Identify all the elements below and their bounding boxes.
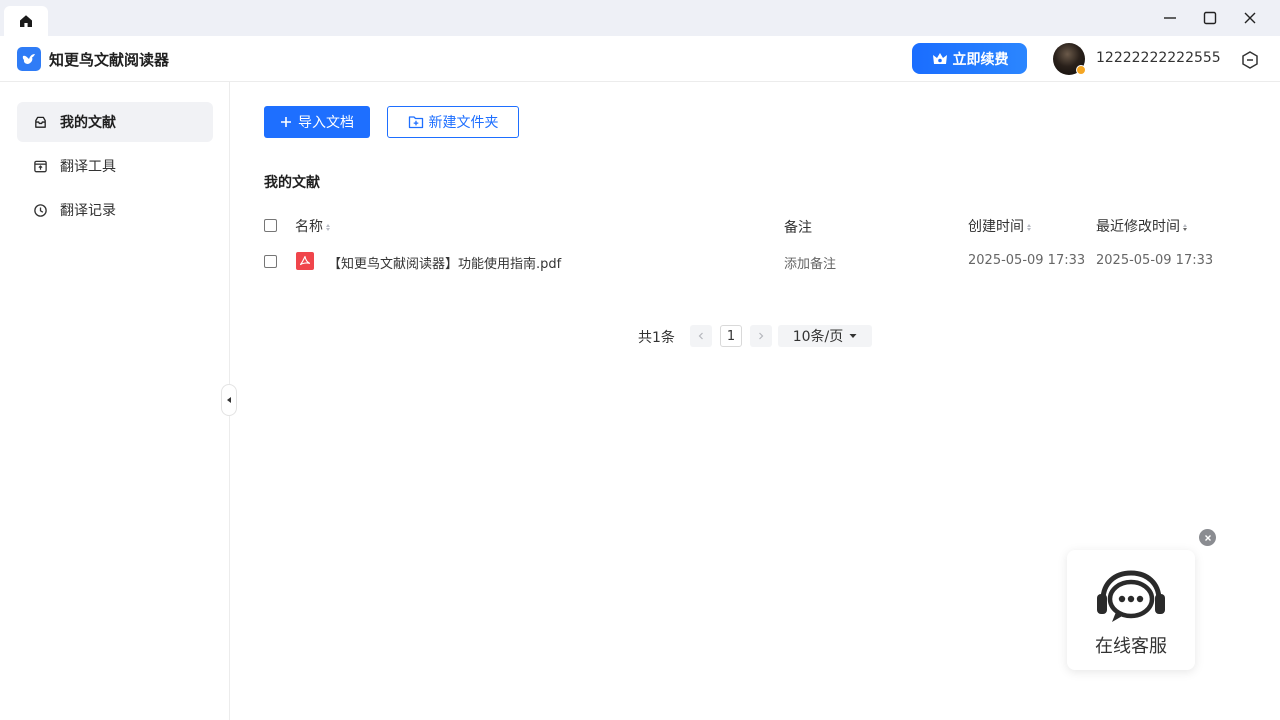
title-bar	[0, 0, 1280, 36]
select-all-checkbox[interactable]	[264, 219, 277, 232]
file-name-link[interactable]: 【知更鸟文献阅读器】功能使用指南.pdf	[328, 253, 561, 272]
avatar[interactable]	[1053, 43, 1086, 75]
bird-logo-icon	[22, 54, 35, 64]
page-number-1[interactable]: 1	[720, 325, 742, 347]
app-name: 知更鸟文献阅读器	[49, 51, 170, 69]
vip-badge	[1076, 65, 1086, 75]
clock-icon	[34, 203, 47, 217]
home-icon	[20, 15, 32, 27]
page-size-select[interactable]: 10条/页	[778, 325, 872, 347]
new-folder-label: 新建文件夹	[428, 115, 499, 131]
chevron-left-icon	[698, 332, 703, 340]
sort-icon	[326, 223, 330, 231]
maximize-icon	[1203, 11, 1217, 25]
sidebar-item-my-docs[interactable]: 我的文献	[17, 102, 213, 142]
maximize-button[interactable]	[1200, 8, 1220, 28]
prev-page-button[interactable]	[690, 325, 712, 347]
close-icon	[1244, 12, 1256, 24]
renew-button[interactable]: 立即续费	[912, 43, 1027, 74]
column-header-note: 备注	[784, 217, 812, 237]
renew-label: 立即续费	[952, 51, 1009, 68]
import-document-button[interactable]: 导入文档	[264, 106, 370, 138]
sidebar-collapse-handle[interactable]	[221, 384, 237, 416]
minimize-icon	[1164, 17, 1176, 19]
crown-icon	[932, 52, 947, 64]
sidebar-item-translate-tool[interactable]: 翻译工具	[17, 146, 213, 186]
modified-time: 2025-05-09 17:33	[1096, 253, 1214, 268]
column-header-name[interactable]: 名称	[295, 216, 330, 236]
translate-icon	[34, 160, 47, 172]
close-icon	[1204, 534, 1211, 541]
minimize-button[interactable]	[1160, 8, 1180, 28]
home-tab[interactable]	[4, 6, 48, 36]
app-logo	[17, 47, 41, 71]
next-page-button[interactable]	[750, 325, 772, 347]
column-label: 备注	[784, 220, 812, 236]
created-time: 2025-05-09 17:33	[968, 253, 1086, 268]
sidebar-item-label: 翻译工具	[60, 159, 116, 175]
inbox-icon	[35, 116, 46, 128]
column-label: 最近修改时间	[1096, 219, 1180, 235]
column-label: 名称	[295, 219, 323, 235]
app-header: 知更鸟文献阅读器 立即续费 12222222222555	[0, 36, 1280, 82]
column-header-modified[interactable]: 最近修改时间	[1096, 216, 1187, 236]
sort-desc-icon	[1183, 223, 1187, 231]
username[interactable]: 12222222222555	[1096, 50, 1221, 66]
row-checkbox[interactable]	[264, 255, 277, 268]
online-support-widget[interactable]: 在线客服	[1067, 550, 1195, 670]
settings-menu-icon[interactable]	[1240, 50, 1260, 70]
caret-left-icon	[227, 397, 231, 403]
caret-down-icon	[849, 334, 857, 338]
sort-icon	[1027, 223, 1031, 231]
new-folder-button[interactable]: 新建文件夹	[387, 106, 519, 138]
support-label: 在线客服	[1095, 636, 1167, 657]
acrobat-icon	[299, 255, 311, 266]
column-header-created[interactable]: 创建时间	[968, 216, 1031, 236]
support-close-button[interactable]	[1199, 529, 1216, 546]
folder-add-icon	[408, 116, 423, 129]
column-label: 创建时间	[968, 219, 1024, 235]
import-label: 导入文档	[298, 115, 354, 131]
pdf-file-icon	[296, 252, 314, 270]
section-title: 我的文献	[264, 175, 320, 191]
sidebar: 我的文献 翻译工具 翻译记录	[0, 82, 230, 720]
pagination-total: 共1条	[638, 330, 675, 346]
add-note-link[interactable]: 添加备注	[784, 253, 836, 272]
close-window-button[interactable]	[1240, 8, 1260, 28]
plus-icon	[281, 117, 291, 127]
sidebar-item-label: 我的文献	[60, 115, 116, 131]
page-size-label: 10条/页	[792, 329, 844, 345]
chevron-right-icon	[759, 332, 764, 340]
headset-chat-icon	[1097, 570, 1165, 622]
sidebar-item-translate-history[interactable]: 翻译记录	[17, 190, 213, 230]
sidebar-item-label: 翻译记录	[60, 203, 116, 219]
